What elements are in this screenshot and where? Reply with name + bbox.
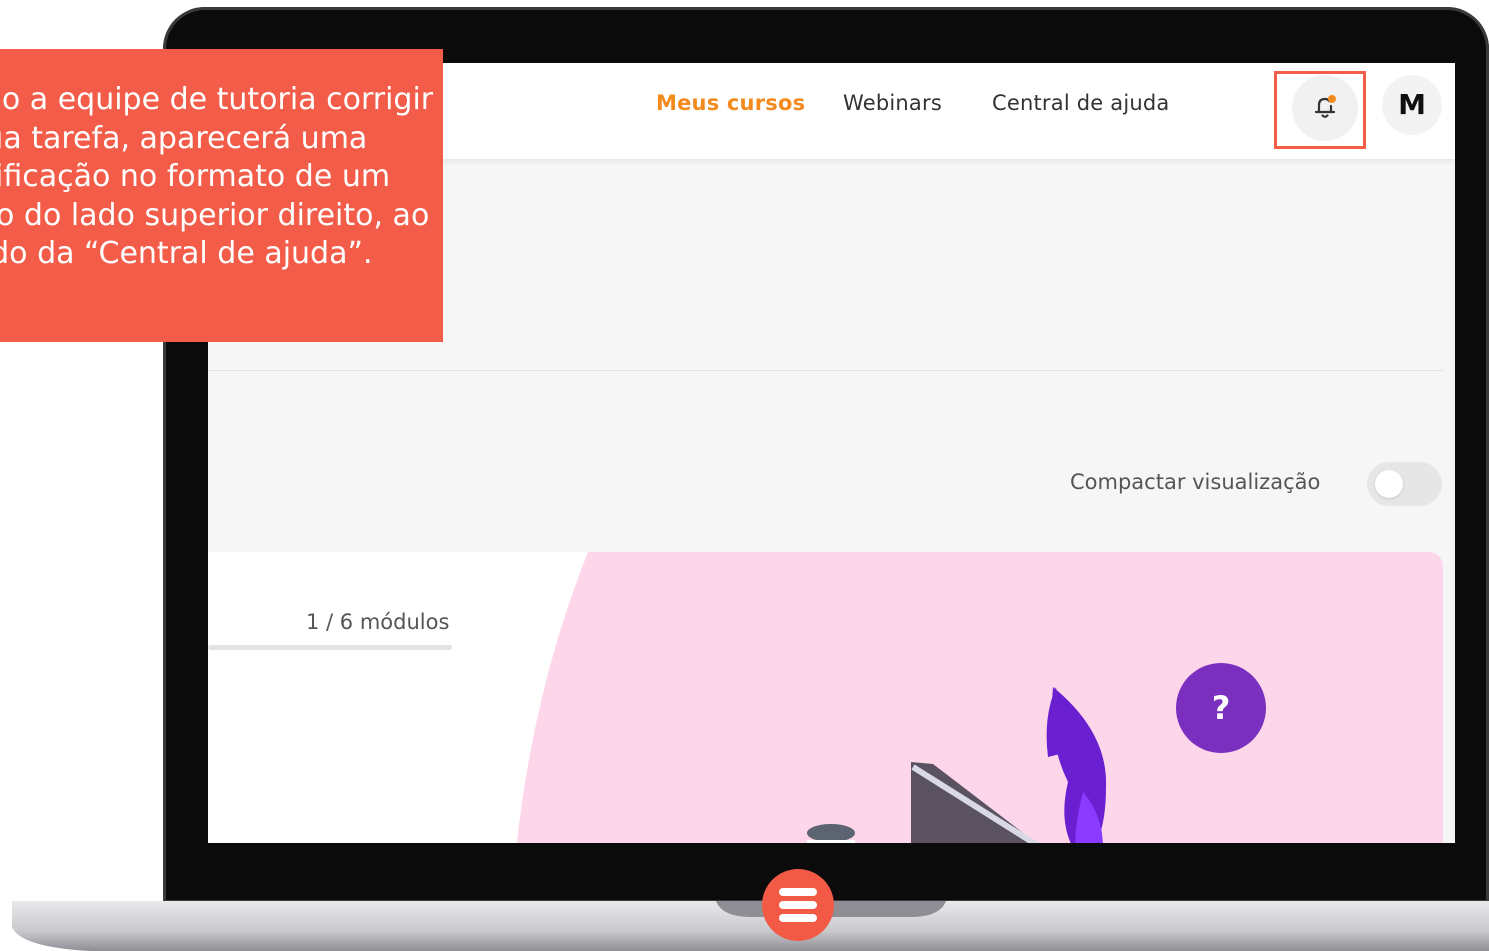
help-button[interactable]: ? xyxy=(1176,663,1266,753)
notification-highlight-box xyxy=(1274,71,1366,149)
user-avatar[interactable]: M xyxy=(1382,75,1442,135)
nav-link-webinars[interactable]: Webinars xyxy=(843,91,942,115)
course-illustration xyxy=(516,552,1443,843)
nav-link-meus-cursos[interactable]: Meus cursos xyxy=(656,91,805,115)
section-divider xyxy=(208,370,1443,371)
modules-progress-bar xyxy=(208,645,452,650)
callout-text: Quando a equipe de tutoria corrigir sua … xyxy=(0,82,434,271)
modules-progress-text: 1 / 6 módulos xyxy=(306,610,450,634)
toggle-knob xyxy=(1375,470,1403,498)
compact-view-label: Compactar visualização xyxy=(1070,470,1321,494)
tutorial-callout: Quando a equipe de tutoria corrigir sua … xyxy=(0,49,443,342)
brand-logo-icon xyxy=(762,869,834,941)
nav-link-central-de-ajuda[interactable]: Central de ajuda xyxy=(992,91,1169,115)
laptop-base xyxy=(12,901,1489,951)
compact-view-toggle[interactable] xyxy=(1367,462,1442,506)
